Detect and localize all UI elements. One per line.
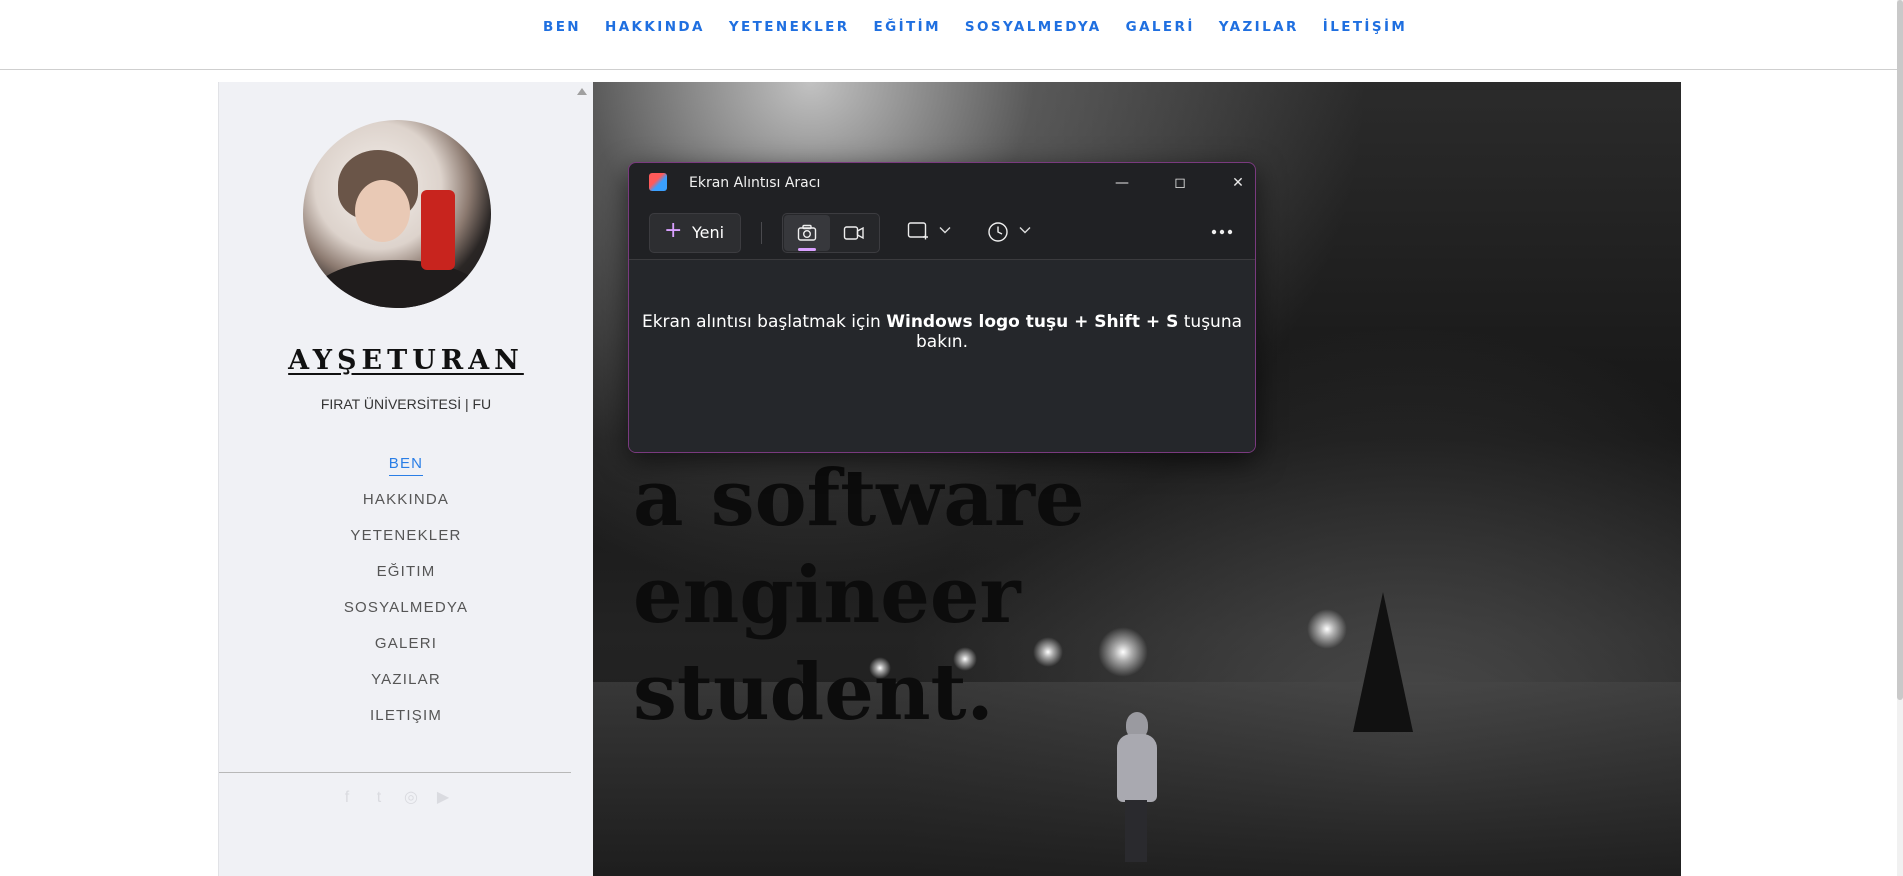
top-navigation: BEN HAKKINDA YETENEKLER EĞİTİM SOSYALMED… [0, 0, 1900, 70]
snipping-tool-window: Ekran Alıntısı Aracı — ◻ ✕ + Yeni Ekran … [628, 162, 1256, 453]
instagram-icon[interactable]: ◎ [401, 788, 421, 808]
snipping-tool-title: Ekran Alıntısı Aracı [689, 175, 821, 191]
twitter-icon[interactable]: t [369, 788, 389, 808]
plus-icon: + [664, 218, 683, 243]
avatar [303, 120, 491, 308]
top-nav-list: BEN HAKKINDA YETENEKLER EĞİTİM SOSYALMED… [543, 19, 1431, 35]
sidebar-item-egitim[interactable]: EĞITIM [219, 562, 593, 598]
sidebar: AYŞETURAN FIRAT ÜNİVERSİTESİ | FU BEN HA… [218, 82, 593, 876]
sidebar-item-galeri[interactable]: GALERI [219, 634, 593, 670]
person-legs [1125, 800, 1147, 862]
sidebar-item-label: GALERI [374, 635, 438, 652]
hint-shortcut: Windows logo tuşu + Shift + S [886, 312, 1179, 332]
sidebar-divider [219, 772, 571, 773]
avatar-body [313, 260, 483, 308]
new-snip-label: Yeni [692, 223, 725, 242]
top-nav-yetenekler[interactable]: YETENEKLER [729, 19, 850, 35]
new-snip-button[interactable]: + Yeni [649, 213, 741, 253]
close-button[interactable]: ✕ [1215, 169, 1255, 197]
minimize-button[interactable]: — [1099, 169, 1145, 197]
maximize-button[interactable]: ◻ [1157, 169, 1203, 197]
camera-icon[interactable] [784, 215, 830, 251]
hero-tree [1353, 592, 1413, 732]
sidebar-scroll-up-arrow[interactable] [577, 88, 587, 95]
top-nav-iletisim[interactable]: İLETİŞİM [1323, 19, 1407, 35]
snipping-tool-titlebar[interactable]: Ekran Alıntısı Aracı — ◻ ✕ [629, 163, 1255, 203]
avatar-phone [421, 190, 455, 270]
more-options-icon[interactable] [1204, 213, 1240, 251]
snipping-tool-toolbar: + Yeni [629, 203, 1255, 260]
avatar-face [355, 180, 410, 242]
sidebar-item-label: EĞITIM [376, 563, 436, 580]
profile-school: FIRAT ÜNİVERSİTESİ | FU [320, 396, 492, 412]
snipping-tool-hint: Ekran alıntısı başlatmak için Windows lo… [629, 312, 1255, 352]
hero-line-2: engineer [633, 550, 1021, 641]
sidebar-item-label: ILETIŞIM [369, 707, 443, 724]
hero-person [1113, 712, 1159, 862]
top-nav-ben[interactable]: BEN [543, 19, 581, 35]
sidebar-item-iletisim[interactable]: ILETIŞIM [219, 706, 593, 742]
page-scrollbar[interactable] [1897, 0, 1903, 876]
clock-icon [987, 221, 1009, 248]
youtube-icon[interactable]: ▶ [433, 788, 453, 808]
top-nav-egitim[interactable]: EĞİTİM [874, 19, 941, 35]
chevron-down-icon [1019, 223, 1031, 237]
profile-name[interactable]: AYŞETURAN [219, 345, 593, 376]
rectangle-snip-icon [907, 221, 929, 246]
delay-timer-dropdown[interactable] [979, 213, 1039, 251]
person-torso [1117, 734, 1157, 802]
social-links: f t ◎ ▶ [337, 788, 453, 808]
top-nav-yazilar[interactable]: YAZILAR [1219, 19, 1299, 35]
top-nav-sosyalmedya[interactable]: SOSYALMEDYA [965, 19, 1102, 35]
snip-shape-dropdown[interactable] [899, 213, 959, 251]
sidebar-item-label: YETENEKLER [350, 527, 462, 544]
hero-line-3: student. [633, 647, 994, 738]
snipping-tool-app-icon [649, 173, 667, 191]
top-nav-galeri[interactable]: GALERİ [1126, 19, 1195, 35]
sidebar-item-yazilar[interactable]: YAZILAR [219, 670, 593, 706]
sidebar-item-label: BEN [388, 455, 424, 476]
sidebar-item-label: YAZILAR [371, 671, 441, 688]
hero-headline: a software engineer student. [633, 450, 1085, 741]
page-scrollbar-thumb[interactable] [1897, 0, 1903, 700]
street-light [1307, 609, 1347, 649]
hint-text-prefix: Ekran alıntısı başlatmak için [641, 312, 887, 332]
capture-mode-group [782, 213, 880, 253]
video-camera-icon[interactable] [831, 215, 877, 251]
top-nav-hakkinda[interactable]: HAKKINDA [605, 19, 705, 35]
snipping-tool-body: Ekran alıntısı başlatmak için Windows lo… [629, 260, 1255, 452]
toolbar-separator [761, 222, 762, 244]
hero-line-1: a software [633, 453, 1085, 544]
sidebar-item-label: SOSYALMEDYA [343, 599, 469, 616]
facebook-icon[interactable]: f [337, 788, 357, 808]
sidebar-item-hakkinda[interactable]: HAKKINDA [219, 490, 593, 526]
sidebar-item-yetenekler[interactable]: YETENEKLER [219, 526, 593, 562]
street-light [1098, 627, 1148, 677]
sidebar-item-label: HAKKINDA [362, 491, 450, 508]
sidebar-menu: BEN HAKKINDA YETENEKLER EĞITIM SOSYALMED… [219, 454, 593, 742]
sidebar-item-ben[interactable]: BEN [219, 454, 593, 490]
chevron-down-icon [939, 223, 951, 237]
sidebar-item-sosyalmedya[interactable]: SOSYALMEDYA [219, 598, 593, 634]
